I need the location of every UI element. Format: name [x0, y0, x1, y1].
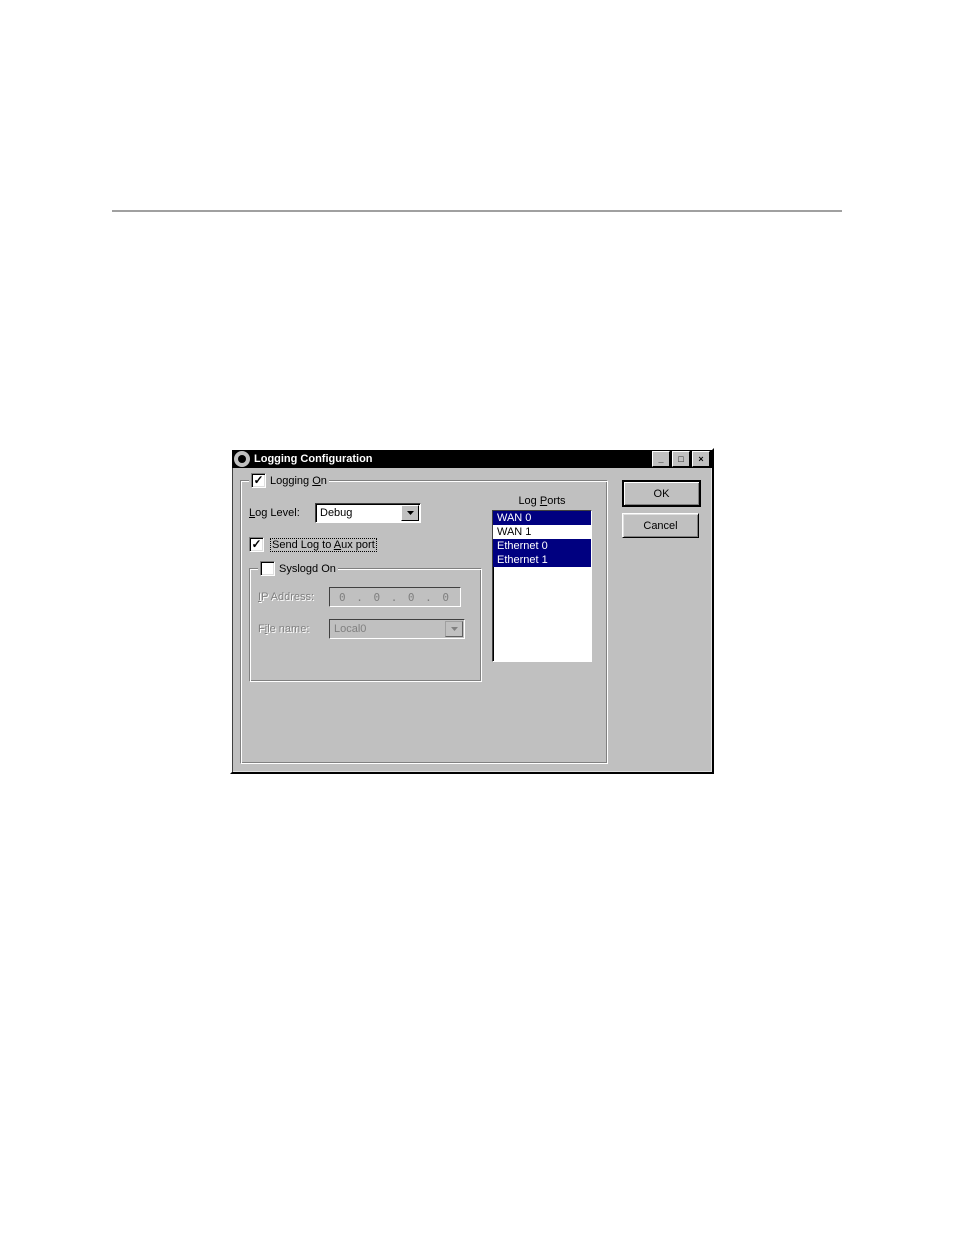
logging-on-group: Logging On Log Level: Debug Send Log to … [240, 480, 608, 764]
list-item[interactable]: Ethernet 1 [493, 553, 591, 567]
syslogd-legend: Syslogd On [258, 561, 338, 576]
chevron-down-icon [445, 621, 463, 637]
dialog-buttons: OK Cancel [622, 480, 701, 544]
logging-on-legend: Logging On [249, 473, 329, 488]
log-ports-listbox[interactable]: WAN 0WAN 1Ethernet 0Ethernet 1 [492, 510, 592, 662]
ip-address-label: IP Address: [258, 591, 323, 603]
ok-button[interactable]: OK [622, 480, 701, 507]
window-title: Logging Configuration [254, 453, 650, 465]
cancel-button[interactable]: Cancel [622, 513, 699, 538]
list-item[interactable]: WAN 1 [493, 525, 591, 539]
file-name-combo[interactable]: Local0 [329, 619, 465, 639]
maximize-button[interactable]: □ [672, 451, 690, 467]
logging-config-window: Logging Configuration _ □ × Logging On L… [230, 448, 714, 774]
logging-on-checkbox[interactable] [251, 473, 266, 488]
syslogd-label: Syslogd On [279, 563, 336, 575]
send-aux-label: Send Log to Aux port [270, 538, 377, 552]
syslogd-checkbox[interactable] [260, 561, 275, 576]
close-button[interactable]: × [692, 451, 710, 467]
list-item[interactable]: WAN 0 [493, 511, 591, 525]
separator-line [112, 210, 842, 212]
list-item[interactable]: Ethernet 0 [493, 539, 591, 553]
syslogd-group: Syslogd On IP Address: 0 . 0 . 0 . 0 Fil… [249, 568, 482, 682]
log-ports-label: Log Ports [492, 495, 592, 507]
minimize-button[interactable]: _ [652, 451, 670, 467]
log-level-value: Debug [320, 507, 352, 519]
titlebar[interactable]: Logging Configuration _ □ × [232, 450, 712, 468]
send-aux-checkbox[interactable] [249, 537, 264, 552]
file-name-label: File name: [258, 623, 323, 635]
chevron-down-icon [401, 505, 419, 521]
ip-address-field[interactable]: 0 . 0 . 0 . 0 [329, 587, 461, 607]
app-icon [234, 451, 250, 467]
window-controls: _ □ × [650, 451, 710, 467]
logging-on-label: Logging On [270, 475, 327, 487]
log-level-label: Log Level: [249, 507, 309, 519]
log-level-combo[interactable]: Debug [315, 503, 421, 523]
